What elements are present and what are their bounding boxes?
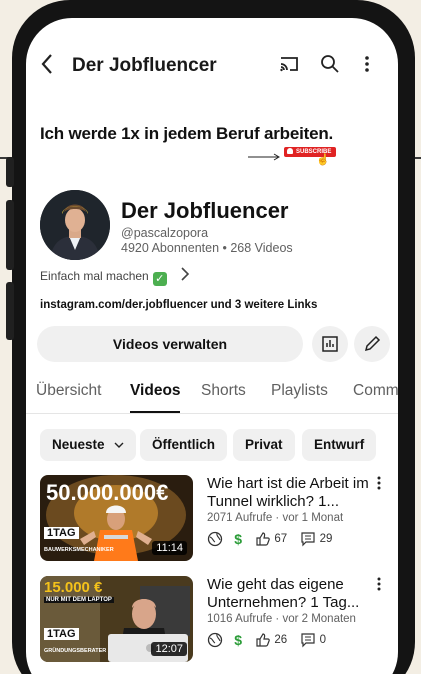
chevron-right-icon[interactable]	[180, 266, 190, 287]
like-count: 67	[274, 533, 288, 545]
phone-volume-up	[6, 200, 14, 270]
filter-chip-sort[interactable]: Neueste	[40, 429, 137, 461]
edit-button[interactable]	[354, 326, 390, 362]
video-stats: $ 67 29	[207, 531, 332, 549]
channel-description[interactable]: Einfach mal machen ✓	[40, 269, 167, 286]
thumbnail-headline: 50.000.000€	[46, 480, 169, 505]
channel-name: Der Jobfluencer	[121, 198, 289, 223]
tab-videos[interactable]: Videos	[130, 382, 181, 400]
video-meta: 2071 Aufrufe · vor 1 Monat	[207, 512, 344, 524]
thumbnail-caption: NUR MIT DEM LAPTOP	[44, 597, 114, 603]
comment-count: 29	[319, 533, 333, 545]
video-stats: $ 26 0	[207, 632, 326, 650]
monetization-icon: $	[234, 632, 242, 648]
top-app-bar: Der Jobfluencer	[26, 18, 398, 110]
channel-stats: 4920 Abonnenten • 268 Videos	[121, 241, 293, 255]
thumbnail-tag: 1TAG	[44, 628, 79, 640]
video-more-icon[interactable]	[376, 475, 382, 496]
video-meta: 1016 Aufrufe · vor 2 Monaten	[207, 613, 356, 625]
channel-avatar[interactable]	[40, 190, 110, 260]
bell-icon	[287, 148, 293, 154]
video-duration: 12:07	[151, 642, 187, 656]
cursor-icon: ☝	[316, 154, 330, 166]
thumbnail-tag: 1TAG	[44, 527, 79, 539]
thumbs-up-icon	[256, 633, 270, 647]
active-tab-indicator	[130, 411, 180, 413]
pencil-icon	[364, 335, 381, 352]
tab-shorts[interactable]: Shorts	[201, 382, 246, 400]
thumbnail-subtitle: GRÜNDUNGSBERATER	[44, 648, 107, 654]
comment-icon	[301, 532, 316, 547]
tab-playlists[interactable]: Playlists	[271, 382, 328, 400]
filter-chip-draft[interactable]: Entwurf	[302, 429, 377, 461]
channel-handle: @pascalzopora	[121, 226, 209, 240]
thumbnail-headline: 15.000 €	[44, 579, 103, 596]
video-more-icon[interactable]	[376, 576, 382, 597]
analytics-button[interactable]	[312, 326, 348, 362]
like-count: 26	[274, 634, 288, 646]
thumbnail-subtitle: BAUWERKSMECHANIKER	[44, 547, 114, 553]
video-duration: 11:14	[152, 541, 187, 555]
filter-chip-private[interactable]: Privat	[233, 429, 295, 461]
video-item[interactable]: 50.000.000€ 1TAG BAUWERKSMECHANIKER 11:1…	[40, 475, 386, 565]
phone-side-button	[6, 157, 14, 187]
comment-icon	[301, 633, 316, 648]
check-mark-icon: ✓	[152, 272, 167, 286]
monetization-icon: $	[234, 531, 242, 547]
channel-links[interactable]: instagram.com/der.jobfluencer und 3 weit…	[40, 299, 317, 311]
channel-banner[interactable]: Ich werde 1x in jedem Beruf arbeiten. SU…	[26, 110, 398, 166]
video-title[interactable]: Wie hart ist die Arbeit im Tunnel wirkli…	[207, 475, 372, 511]
page-title: Der Jobfluencer	[72, 55, 217, 76]
arrow-icon	[248, 148, 282, 166]
globe-icon	[207, 531, 223, 547]
manage-videos-button[interactable]: Videos verwalten	[37, 326, 303, 362]
chevron-down-icon	[114, 442, 124, 448]
back-icon[interactable]	[40, 52, 54, 79]
video-thumbnail[interactable]: 50.000.000€ 1TAG BAUWERKSMECHANIKER 11:1…	[40, 475, 193, 561]
video-item[interactable]: 15.000 € NUR MIT DEM LAPTOP 1TAG GRÜNDUN…	[40, 576, 386, 666]
phone-screen: Der Jobfluencer Ich werde 1x in jedem Be…	[26, 18, 398, 674]
video-title[interactable]: Wie geht das eigene Unternehmen? 1 Tag..…	[207, 576, 372, 612]
tab-community[interactable]: Comm	[353, 382, 398, 400]
phone-volume-down	[6, 282, 14, 340]
filter-chip-public[interactable]: Öffentlich	[140, 429, 227, 461]
channel-tabs: Übersicht Videos Shorts Playlists Comm	[26, 370, 398, 414]
more-options-icon[interactable]	[364, 54, 370, 79]
search-icon[interactable]	[320, 54, 340, 79]
analytics-icon	[322, 336, 338, 352]
comment-count: 0	[319, 634, 327, 646]
cast-icon[interactable]	[278, 54, 300, 79]
tab-overview[interactable]: Übersicht	[36, 382, 101, 400]
banner-text: Ich werde 1x in jedem Beruf arbeiten.	[40, 124, 334, 143]
thumbs-up-icon	[256, 532, 270, 546]
video-thumbnail[interactable]: 15.000 € NUR MIT DEM LAPTOP 1TAG GRÜNDUN…	[40, 576, 193, 662]
globe-icon	[207, 632, 223, 648]
